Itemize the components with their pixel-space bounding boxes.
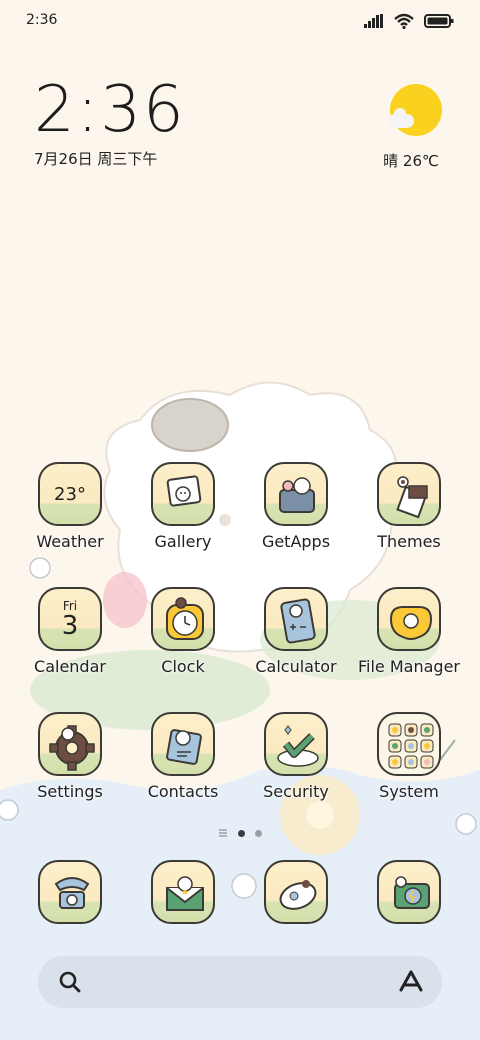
search-icon[interactable]	[58, 970, 82, 994]
app-label-contacts: Contacts	[147, 782, 219, 801]
calendar-icon: Fri 3	[38, 587, 102, 651]
clock-time: 2:36	[34, 73, 186, 147]
sun-cloud-icon	[388, 84, 442, 136]
gallery-icon	[151, 462, 215, 526]
app-label-calculator: Calculator	[255, 657, 337, 676]
status-time: 2:36	[26, 12, 58, 28]
app-security[interactable]: Security	[240, 712, 352, 801]
app-label-file-manager: File Manager	[358, 657, 460, 676]
app-clock[interactable]: Clock	[127, 587, 239, 676]
app-contacts[interactable]: Contacts	[127, 712, 239, 801]
phone-icon	[38, 860, 102, 924]
app-list-icon[interactable]	[218, 828, 228, 838]
app-label-getapps: GetApps	[261, 532, 331, 551]
contacts-icon	[151, 712, 215, 776]
app-system[interactable]: System	[353, 712, 465, 801]
app-weather[interactable]: 23° Weather	[14, 462, 126, 551]
app-gallery[interactable]: Gallery	[127, 462, 239, 551]
weather-icon-temp: 23°	[54, 484, 86, 505]
search-bar[interactable]	[38, 956, 442, 1008]
weather-widget[interactable]: 晴 26℃	[383, 84, 446, 171]
file-manager-icon	[377, 587, 441, 651]
calendar-icon-date: 3	[61, 611, 79, 641]
clock-widget[interactable]: 2:36 7月26日 周三下午	[34, 78, 186, 169]
clock-date: 7月26日 周三下午	[34, 150, 158, 168]
clock-icon	[151, 587, 215, 651]
assistant-icon[interactable]	[396, 968, 426, 996]
wifi-icon	[394, 13, 414, 29]
app-label-gallery: Gallery	[154, 532, 212, 551]
page-dot-2[interactable]	[255, 829, 262, 837]
messages-icon	[151, 860, 215, 924]
app-label-themes: Themes	[377, 532, 441, 551]
app-label-calendar: Calendar	[34, 657, 106, 676]
settings-icon	[38, 712, 102, 776]
signal-icon	[364, 14, 383, 28]
status-icons	[364, 12, 454, 30]
app-label-system: System	[379, 782, 439, 801]
system-folder-icon	[377, 712, 441, 776]
app-settings[interactable]: Settings	[14, 712, 126, 801]
weather-condition-temp: 晴 26℃	[383, 152, 439, 170]
page-indicator[interactable]	[0, 828, 480, 838]
security-icon	[264, 712, 328, 776]
status-bar: 2:36	[0, 0, 480, 44]
app-calendar[interactable]: Fri 3 Calendar	[14, 587, 126, 676]
getapps-icon	[264, 462, 328, 526]
camera-icon	[377, 860, 441, 924]
weather-app-icon: 23°	[38, 462, 102, 526]
app-label-clock: Clock	[161, 657, 205, 676]
dock-phone[interactable]	[14, 860, 126, 924]
app-getapps[interactable]: GetApps	[240, 462, 352, 551]
app-label-weather: Weather	[36, 532, 104, 551]
app-file-manager[interactable]: File Manager	[353, 587, 465, 676]
dock-messages[interactable]	[127, 860, 239, 924]
calculator-icon	[264, 587, 328, 651]
app-label-settings: Settings	[37, 782, 103, 801]
themes-icon	[377, 462, 441, 526]
browser-icon	[264, 860, 328, 924]
dock-camera[interactable]	[353, 860, 465, 924]
page-dot-1[interactable]	[238, 829, 245, 837]
battery-icon	[424, 14, 454, 28]
dock-browser[interactable]	[240, 860, 352, 924]
app-themes[interactable]: Themes	[353, 462, 465, 551]
app-label-security: Security	[263, 782, 329, 801]
app-calculator[interactable]: Calculator	[240, 587, 352, 676]
